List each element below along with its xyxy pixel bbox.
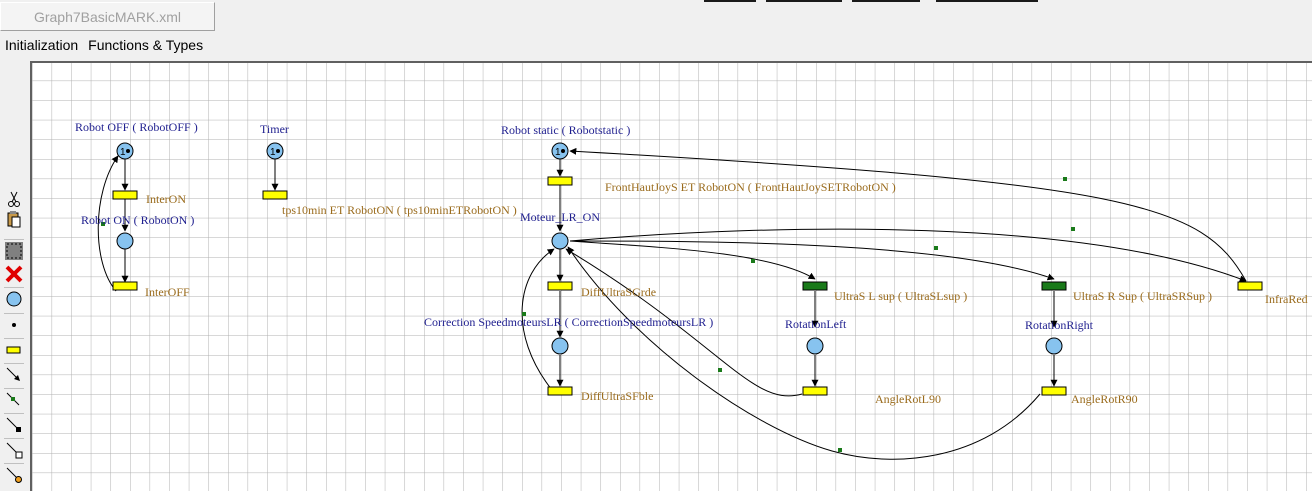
arc-handle[interactable]: [718, 368, 722, 372]
test-arc-tool-icon[interactable]: [4, 413, 24, 436]
arc-tool-icon[interactable]: [4, 363, 24, 386]
toolbar-button[interactable]: [852, 0, 920, 2]
token-dot: [276, 149, 280, 153]
tool-palette: [0, 188, 28, 491]
petri-net-canvas[interactable]: 1 Robot OFF ( RobotOFF ) Robot ON ( Robo…: [30, 61, 1312, 491]
scissors-icon[interactable]: [4, 188, 24, 210]
token-dot: [126, 149, 130, 153]
place-tool-icon[interactable]: [4, 287, 24, 310]
inhibitor-arc-tool-icon[interactable]: [4, 388, 24, 411]
place-label: RotationLeft: [785, 317, 847, 331]
transition-label: InfraRed: [1265, 292, 1308, 306]
transition-tool-icon[interactable]: [4, 338, 24, 361]
arc-handle[interactable]: [1071, 227, 1075, 231]
menu-bar: Initialization Functions & Types: [0, 35, 203, 55]
arc-handle[interactable]: [934, 246, 938, 250]
transition-label: AngleRotR90: [1071, 392, 1138, 406]
token-dot: [561, 149, 565, 153]
place-label: RotationRight: [1025, 318, 1094, 332]
toolbar-button[interactable]: [936, 0, 1038, 2]
delete-icon[interactable]: [4, 263, 24, 285]
token-tool-icon[interactable]: [4, 313, 24, 336]
place-label: Moteur_LR_ON: [520, 210, 600, 224]
transition-label: UltraS L sup ( UltraSLsup ): [834, 289, 967, 303]
arc-handle[interactable]: [751, 259, 755, 263]
place-label: Robot ON ( RobotON ): [81, 213, 194, 227]
transition-label: UltraS R Sup ( UltraSRSup ): [1073, 289, 1212, 303]
token-count: 1: [555, 147, 561, 158]
place-label: Timer: [260, 122, 289, 136]
paste-icon[interactable]: [4, 208, 24, 230]
transition-label: InterOFF: [145, 285, 190, 299]
transition-label: DiffUltraSFble: [581, 389, 653, 403]
menu-functions-types[interactable]: Functions & Types: [88, 37, 203, 53]
transition-label: AngleRotL90: [875, 392, 941, 406]
token-count: 1: [270, 147, 276, 158]
reset-arc-tool-icon[interactable]: [4, 438, 24, 461]
transition-label: FrontHautJoyS ET RobotON ( FrontHautJoyS…: [605, 180, 896, 194]
menu-initialization[interactable]: Initialization: [5, 37, 78, 53]
file-tab[interactable]: Graph7BasicMARK.xml: [0, 2, 215, 31]
transition-label: InterON: [146, 192, 186, 206]
place-label: Robot static ( Robotstatic ): [501, 123, 630, 137]
arc-handle[interactable]: [838, 448, 842, 452]
select-icon[interactable]: [4, 239, 24, 262]
read-arc-tool-icon[interactable]: [4, 463, 24, 486]
toolbar-button[interactable]: [766, 0, 842, 2]
grid-background: [32, 63, 1312, 491]
token-count: 1: [120, 147, 126, 158]
transition-label: DiffUltraSGrde: [581, 285, 656, 299]
toolbar-button[interactable]: [704, 0, 756, 2]
arc-handle[interactable]: [1063, 177, 1067, 181]
transition-label: tps10min ET RobotON ( tps10minETRobotON …: [282, 203, 517, 217]
place-label: Correction SpeedmoteursLR ( CorrectionSp…: [424, 315, 713, 329]
place-label: Robot OFF ( RobotOFF ): [75, 120, 198, 134]
